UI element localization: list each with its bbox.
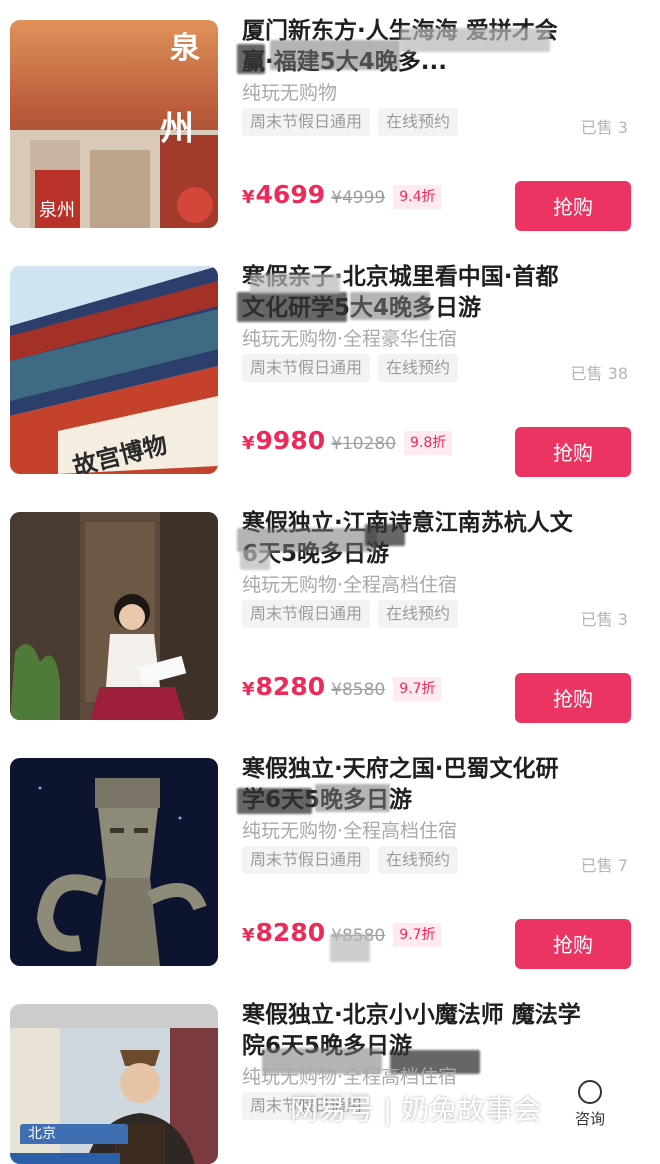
buy-button[interactable]: 抢购: [515, 919, 631, 969]
tag: 在线预约: [378, 354, 459, 382]
current-price: ¥9980: [242, 426, 326, 455]
product-subtitle: 纯玩无购物·全程高档住宿: [242, 820, 458, 842]
price-row: ¥9980 ¥10280 9.8折: [242, 426, 453, 462]
chat-icon: [578, 1080, 602, 1104]
girl-reading-photo[interactable]: [10, 512, 218, 720]
product-subtitle: 纯玩无购物·全程豪华住宿: [242, 328, 458, 350]
product-card[interactable]: 泉州 泉 州 厦门新东方·人生海海 爱拼才会 赢·福建5大4晚多... 纯玩无购…: [0, 0, 660, 246]
price-row: ¥8280¥8580 9.7折: [242, 672, 442, 708]
tag: 周末节假日通用: [242, 354, 371, 382]
product-subtitle: 纯玩无购物: [242, 82, 338, 104]
title-line-1: 寒假独立·天府之国·巴蜀文化研: [242, 756, 559, 782]
product-subtitle: 纯玩无购物·全程高档住宿: [242, 1066, 458, 1088]
svg-text:泉州: 泉州: [39, 200, 75, 221]
consult-label: 咨询: [574, 1110, 605, 1128]
svg-text:泉: 泉: [170, 31, 200, 66]
tag-list: 周末节假日通用 在线预约: [242, 354, 466, 386]
tag: 周末节假日通用: [242, 600, 371, 628]
sanxingdui-bronze-photo[interactable]: [10, 758, 218, 966]
original-price: ¥8580: [331, 680, 386, 700]
product-subtitle: 纯玩无购物·全程高档住宿: [242, 574, 458, 596]
current-price: ¥8280: [242, 918, 326, 947]
discount-badge: 9.7折: [393, 923, 442, 947]
tag: 在线预约: [378, 600, 459, 628]
tag: 周末节假日通用: [242, 846, 371, 874]
svg-text:州: 州: [160, 109, 194, 149]
consult-button[interactable]: 咨询: [568, 1080, 612, 1140]
buy-button[interactable]: 抢购: [515, 181, 631, 231]
product-list: 泉州 泉 州 厦门新东方·人生海海 爱拼才会 赢·福建5大4晚多... 纯玩无购…: [0, 0, 660, 1164]
tag: 在线预约: [378, 108, 459, 136]
tag: 周末节假日通用: [242, 108, 371, 136]
sold-count: 已售 7: [580, 856, 628, 875]
discount-badge: 9.8折: [404, 431, 453, 455]
quanzhou-city-photo[interactable]: 泉州 泉 州: [10, 20, 218, 228]
discount-badge: 9.7折: [393, 677, 442, 701]
product-card[interactable]: 寒假独立·江南诗意江南苏杭人文 6天5晚多日游 纯玩无购物·全程高档住宿 周末节…: [0, 492, 660, 738]
discount-badge: 9.4折: [393, 185, 442, 209]
current-price: ¥8280: [242, 672, 326, 701]
tag-list: 周末节假日通用 在线预约: [242, 600, 466, 632]
tag: 在线预约: [378, 846, 459, 874]
watermark-text: 网易号 | 奶兔故事会: [290, 1093, 542, 1126]
product-card[interactable]: 寒假独立·天府之国·巴蜀文化研 学6天5晚多日游 纯玩无购物·全程高档住宿 周末…: [0, 738, 660, 984]
sold-count: 已售 38: [570, 364, 628, 383]
bottom-badge: 北京: [20, 1124, 128, 1144]
product-card[interactable]: 故宫博物 寒假亲子·北京城里看中国·首都 文化研学5大4晚多日游 纯玩无购物·全…: [0, 246, 660, 492]
price-row: ¥4699 ¥4999 9.4折: [242, 180, 442, 216]
sold-count: 已售 3: [580, 118, 628, 137]
tag-list: 周末节假日通用 在线预约: [242, 108, 466, 140]
buy-button[interactable]: 抢购: [515, 427, 631, 477]
palace-museum-gate-photo[interactable]: 故宫博物: [10, 266, 218, 474]
tag-list: 周末节假日通用 在线预约: [242, 846, 466, 878]
original-price: ¥4999: [331, 188, 386, 208]
sold-count: 已售 3: [580, 610, 628, 629]
buy-button[interactable]: 抢购: [515, 673, 631, 723]
current-price: ¥4699: [242, 180, 326, 209]
original-price: ¥10280: [331, 434, 397, 454]
title-line-1: 寒假独立·北京小小魔法师 魔法学: [242, 1002, 581, 1028]
